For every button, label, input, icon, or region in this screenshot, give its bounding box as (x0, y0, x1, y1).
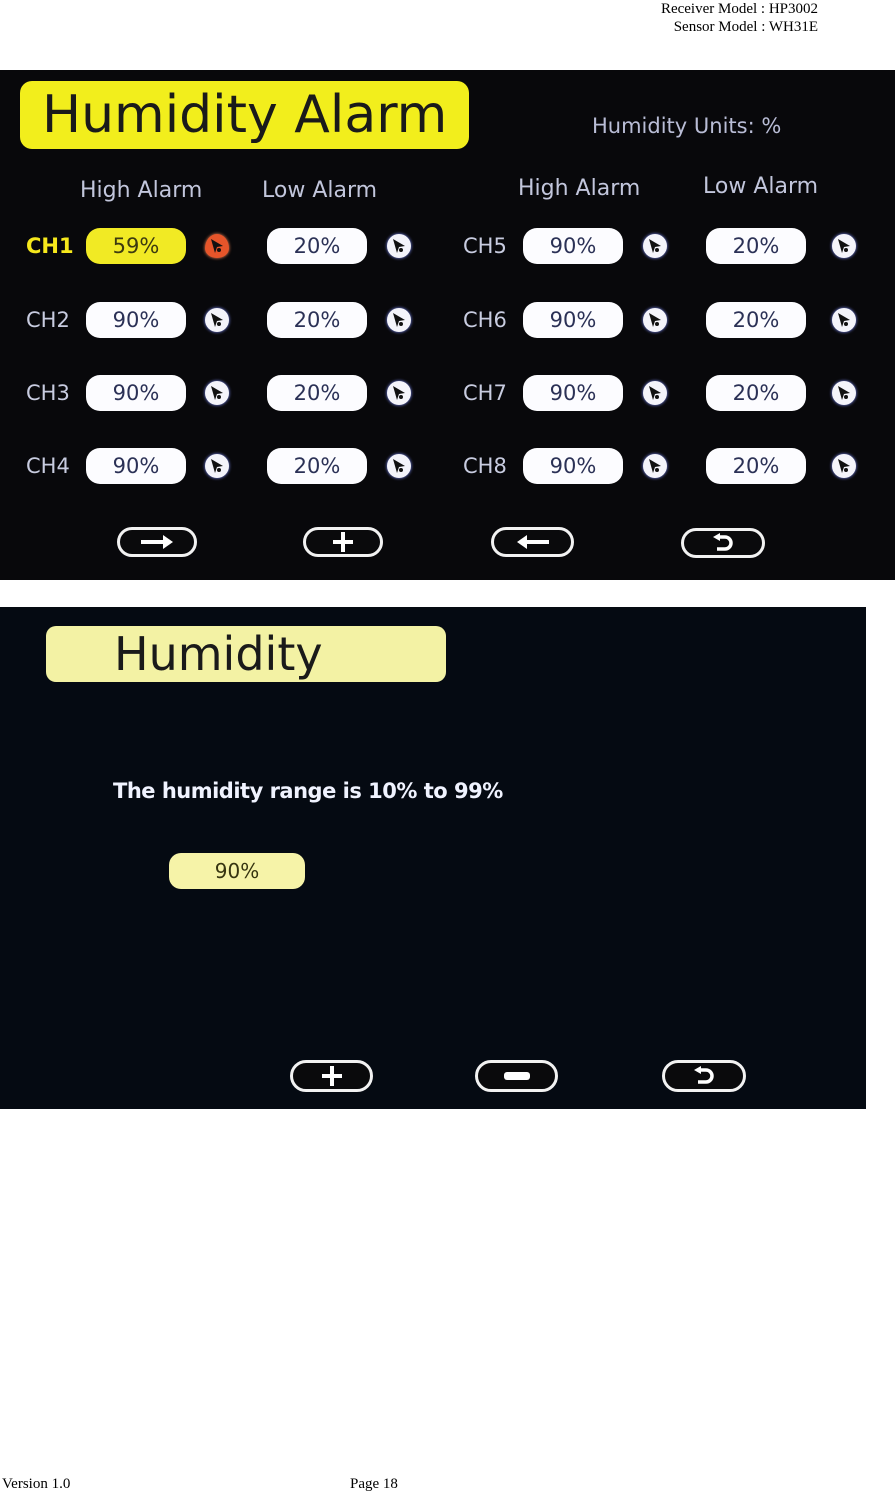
channel-label: CH8 (463, 454, 507, 478)
low-alarm-toggle-icon[interactable] (832, 381, 856, 405)
high-alarm-value[interactable]: 90% (523, 302, 623, 338)
low-alarm-header-left: Low Alarm (262, 178, 378, 203)
high-alarm-toggle-icon[interactable] (643, 454, 667, 478)
page-number: Page 18 (350, 1476, 398, 1492)
low-alarm-value[interactable]: 20% (267, 302, 367, 338)
low-alarm-value[interactable]: 20% (267, 448, 367, 484)
low-alarm-value[interactable]: 20% (706, 228, 806, 264)
high-alarm-toggle-icon[interactable] (205, 308, 229, 332)
low-alarm-value[interactable]: 20% (706, 448, 806, 484)
plus-icon (321, 1066, 342, 1086)
channel-label: CH5 (463, 234, 507, 258)
version-label: Version 1.0 (2, 1476, 71, 1492)
high-alarm-value[interactable]: 59% (86, 228, 186, 264)
high-alarm-header-left: High Alarm (80, 178, 203, 203)
minus-icon (503, 1072, 530, 1080)
humidity-range-text: The humidity range is 10% to 99% (113, 779, 503, 803)
channel-label: CH1 (26, 234, 74, 258)
low-alarm-value[interactable]: 20% (706, 302, 806, 338)
low-alarm-toggle-icon[interactable] (832, 308, 856, 332)
arrow-left-icon (516, 535, 549, 549)
high-alarm-value[interactable]: 90% (86, 375, 186, 411)
low-alarm-toggle-icon[interactable] (387, 308, 411, 332)
high-alarm-value[interactable]: 90% (523, 228, 623, 264)
screen-title: Humidity Alarm (20, 81, 469, 149)
high-alarm-toggle-icon[interactable] (205, 381, 229, 405)
previous-button[interactable] (491, 527, 574, 557)
humidity-setting-screen: Humidity The humidity range is 10% to 99… (0, 607, 866, 1109)
low-alarm-toggle-icon[interactable] (832, 234, 856, 258)
low-alarm-value[interactable]: 20% (706, 375, 806, 411)
channel-label: CH7 (463, 381, 507, 405)
low-alarm-value[interactable]: 20% (267, 375, 367, 411)
channel-label: CH2 (26, 308, 70, 332)
high-alarm-toggle-icon[interactable] (205, 234, 229, 258)
low-alarm-toggle-icon[interactable] (387, 234, 411, 258)
high-alarm-toggle-icon[interactable] (643, 308, 667, 332)
back-button[interactable] (662, 1060, 746, 1092)
channel-label: CH3 (26, 381, 70, 405)
high-alarm-value[interactable]: 90% (86, 302, 186, 338)
receiver-model-label: Receiver Model : HP3002 (660, 1, 818, 17)
high-alarm-header-right: High Alarm (518, 176, 641, 201)
low-alarm-toggle-icon[interactable] (832, 454, 856, 478)
decrease-button[interactable] (475, 1060, 558, 1092)
channel-label: CH6 (463, 308, 507, 332)
increase-button[interactable] (303, 527, 383, 557)
back-button[interactable] (681, 528, 765, 558)
high-alarm-value[interactable]: 90% (523, 448, 623, 484)
arrow-right-icon (141, 535, 173, 549)
humidity-alarm-screen: Humidity Alarm Humidity Units: % High Al… (0, 70, 895, 580)
high-alarm-toggle-icon[interactable] (643, 234, 667, 258)
increase-button[interactable] (290, 1060, 373, 1092)
high-alarm-value[interactable]: 90% (523, 375, 623, 411)
next-button[interactable] (117, 527, 197, 557)
return-icon (694, 1066, 714, 1084)
plus-icon (333, 532, 353, 552)
screen-title: Humidity (46, 626, 446, 682)
high-alarm-toggle-icon[interactable] (205, 454, 229, 478)
low-alarm-toggle-icon[interactable] (387, 454, 411, 478)
humidity-units-label: Humidity Units: % (592, 114, 782, 138)
high-alarm-toggle-icon[interactable] (643, 381, 667, 405)
sensor-model-label: Sensor Model : WH31E (673, 19, 818, 35)
low-alarm-toggle-icon[interactable] (387, 381, 411, 405)
high-alarm-value[interactable]: 90% (86, 448, 186, 484)
channel-label: CH4 (26, 454, 70, 478)
low-alarm-value[interactable]: 20% (267, 228, 367, 264)
low-alarm-header-right: Low Alarm (703, 174, 819, 199)
humidity-value-field[interactable]: 90% (169, 853, 305, 889)
return-icon (713, 533, 733, 551)
